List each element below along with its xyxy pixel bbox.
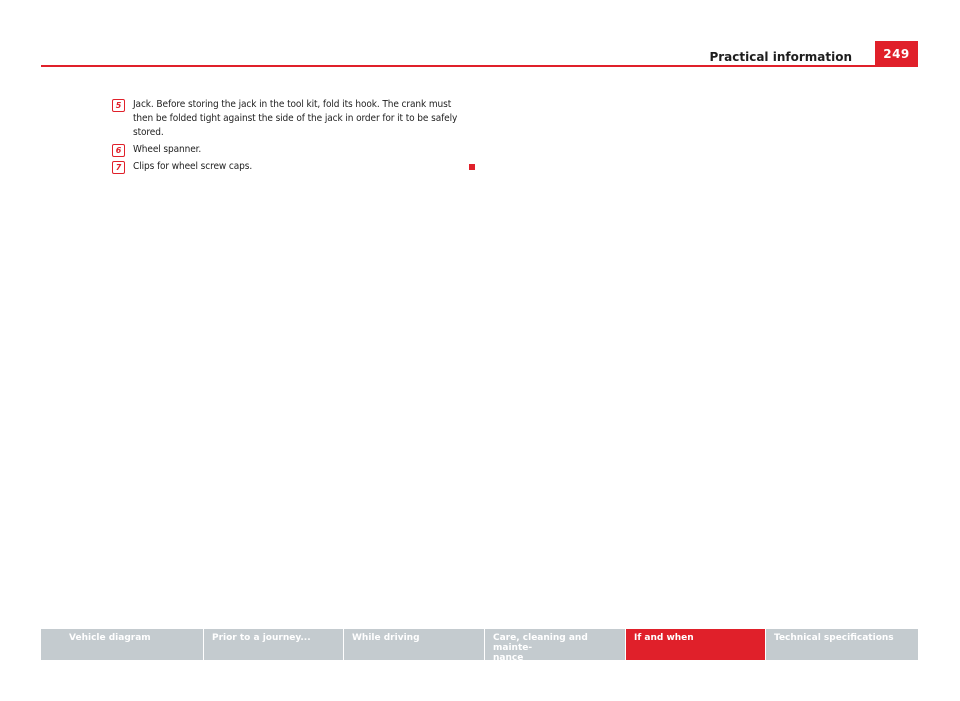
item-text: Clips for wheel screw caps. [133, 161, 253, 172]
section-title: Practical information [709, 50, 852, 64]
item-number-badge: 5 [112, 99, 125, 112]
item-number-badge: 7 [112, 161, 125, 174]
item-number-badge: 6 [112, 144, 125, 157]
nav-tab-vehicle-diagram[interactable]: Vehicle diagram [41, 629, 203, 660]
list-item: 5 Jack. Before storing the jack in the t… [112, 98, 472, 140]
section-end-marker-icon [469, 164, 475, 170]
item-text: Wheel spanner. [133, 144, 202, 155]
item-text: Jack. Before storing the jack in the too… [133, 99, 458, 138]
tool-kit-list: 5 Jack. Before storing the jack in the t… [112, 98, 472, 177]
page-number: 249 [875, 41, 918, 67]
nav-tab-prior-to-journey[interactable]: Prior to a journey... [204, 629, 343, 660]
header-rule [41, 65, 918, 67]
nav-tab-while-driving[interactable]: While driving [344, 629, 484, 660]
nav-tab-technical-specifications[interactable]: Technical specifications [766, 629, 918, 660]
nav-tab-if-and-when[interactable]: If and when [626, 629, 765, 660]
nav-tab-care-cleaning-maintenance[interactable]: Care, cleaning and mainte- nance [485, 629, 625, 660]
list-item: 7 Clips for wheel screw caps. [112, 160, 472, 174]
list-item: 6 Wheel spanner. [112, 143, 472, 157]
chapter-navigation: Vehicle diagram Prior to a journey... Wh… [41, 629, 918, 660]
